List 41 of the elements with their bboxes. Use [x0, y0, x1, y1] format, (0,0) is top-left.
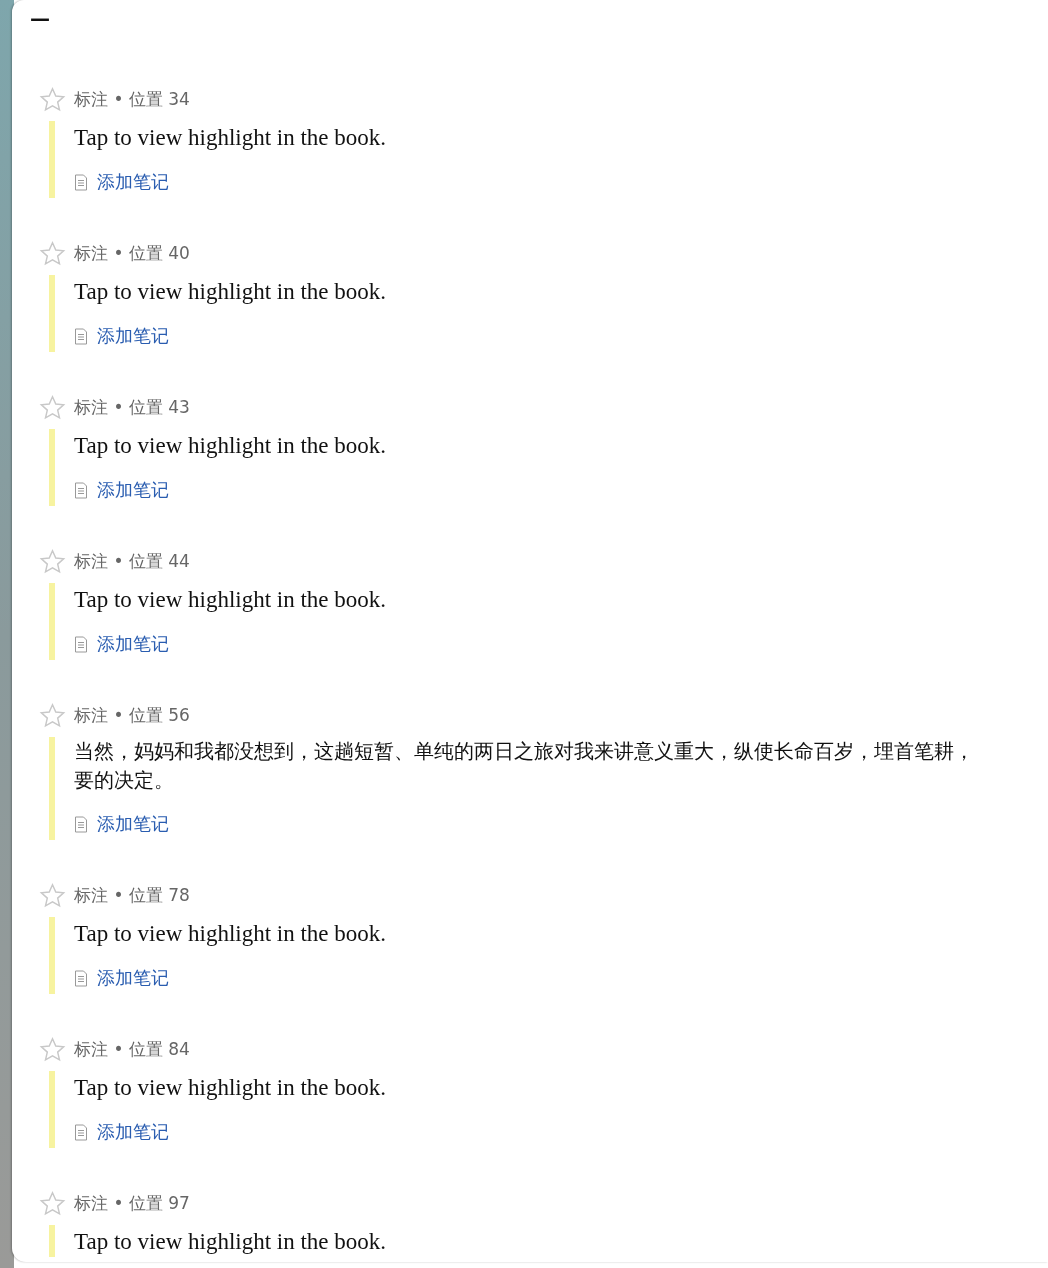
highlight-text[interactable]: Tap to view highlight in the book. [74, 1227, 387, 1257]
highlight-meta: 标注 • 位置 78 [74, 883, 190, 907]
document-icon [74, 635, 88, 653]
add-note-link[interactable]: 添加笔记 [97, 812, 169, 836]
document-icon [74, 1123, 88, 1141]
highlight-meta: 标注 • 位置 97 [74, 1191, 190, 1215]
highlight-text[interactable]: Tap to view highlight in the book. [74, 919, 387, 949]
star-icon[interactable] [39, 85, 66, 113]
document-icon [74, 173, 88, 191]
highlight-text[interactable]: Tap to view highlight in the book. [74, 431, 387, 461]
star-icon[interactable] [39, 393, 66, 421]
highlight-text[interactable]: Tap to view highlight in the book. [74, 585, 387, 615]
star-icon[interactable] [39, 547, 66, 575]
highlight-meta: 标注 • 位置 43 [74, 395, 190, 419]
highlight-text[interactable]: Tap to view highlight in the book. [74, 123, 387, 153]
highlight-meta: 标注 • 位置 56 [74, 703, 190, 727]
document-icon [74, 481, 88, 499]
highlight-text[interactable]: 当然，妈妈和我都没想到，这趟短暂、单纯的两日之旅对我来讲意义重大，纵使长命百岁，埋首笔耕， [74, 737, 974, 766]
highlight-meta: 标注 • 位置 84 [74, 1037, 190, 1061]
highlight-text[interactable]: Tap to view highlight in the book. [74, 1073, 387, 1103]
add-note-link[interactable]: 添加笔记 [97, 1120, 169, 1144]
highlight-text[interactable]: 要的决定。 [74, 766, 174, 795]
highlight-bar [49, 1225, 55, 1257]
highlight-text[interactable]: Tap to view highlight in the book. [74, 277, 387, 307]
document-icon [74, 815, 88, 833]
document-icon [74, 327, 88, 345]
highlight-meta: 标注 • 位置 40 [74, 241, 190, 265]
document-icon [74, 969, 88, 987]
add-note-link[interactable]: 添加笔记 [97, 170, 169, 194]
star-icon[interactable] [39, 701, 66, 729]
highlight-meta: 标注 • 位置 44 [74, 549, 190, 573]
star-icon[interactable] [39, 239, 66, 267]
highlight-meta: 标注 • 位置 34 [74, 87, 190, 111]
add-note-link[interactable]: 添加笔记 [97, 632, 169, 656]
star-icon[interactable] [39, 1035, 66, 1063]
star-icon[interactable] [39, 1189, 66, 1217]
add-note-link[interactable]: 添加笔记 [97, 966, 169, 990]
collapse-button[interactable]: — [30, 8, 50, 28]
add-note-link[interactable]: 添加笔记 [97, 324, 169, 348]
add-note-link[interactable]: 添加笔记 [97, 478, 169, 502]
star-icon[interactable] [39, 881, 66, 909]
